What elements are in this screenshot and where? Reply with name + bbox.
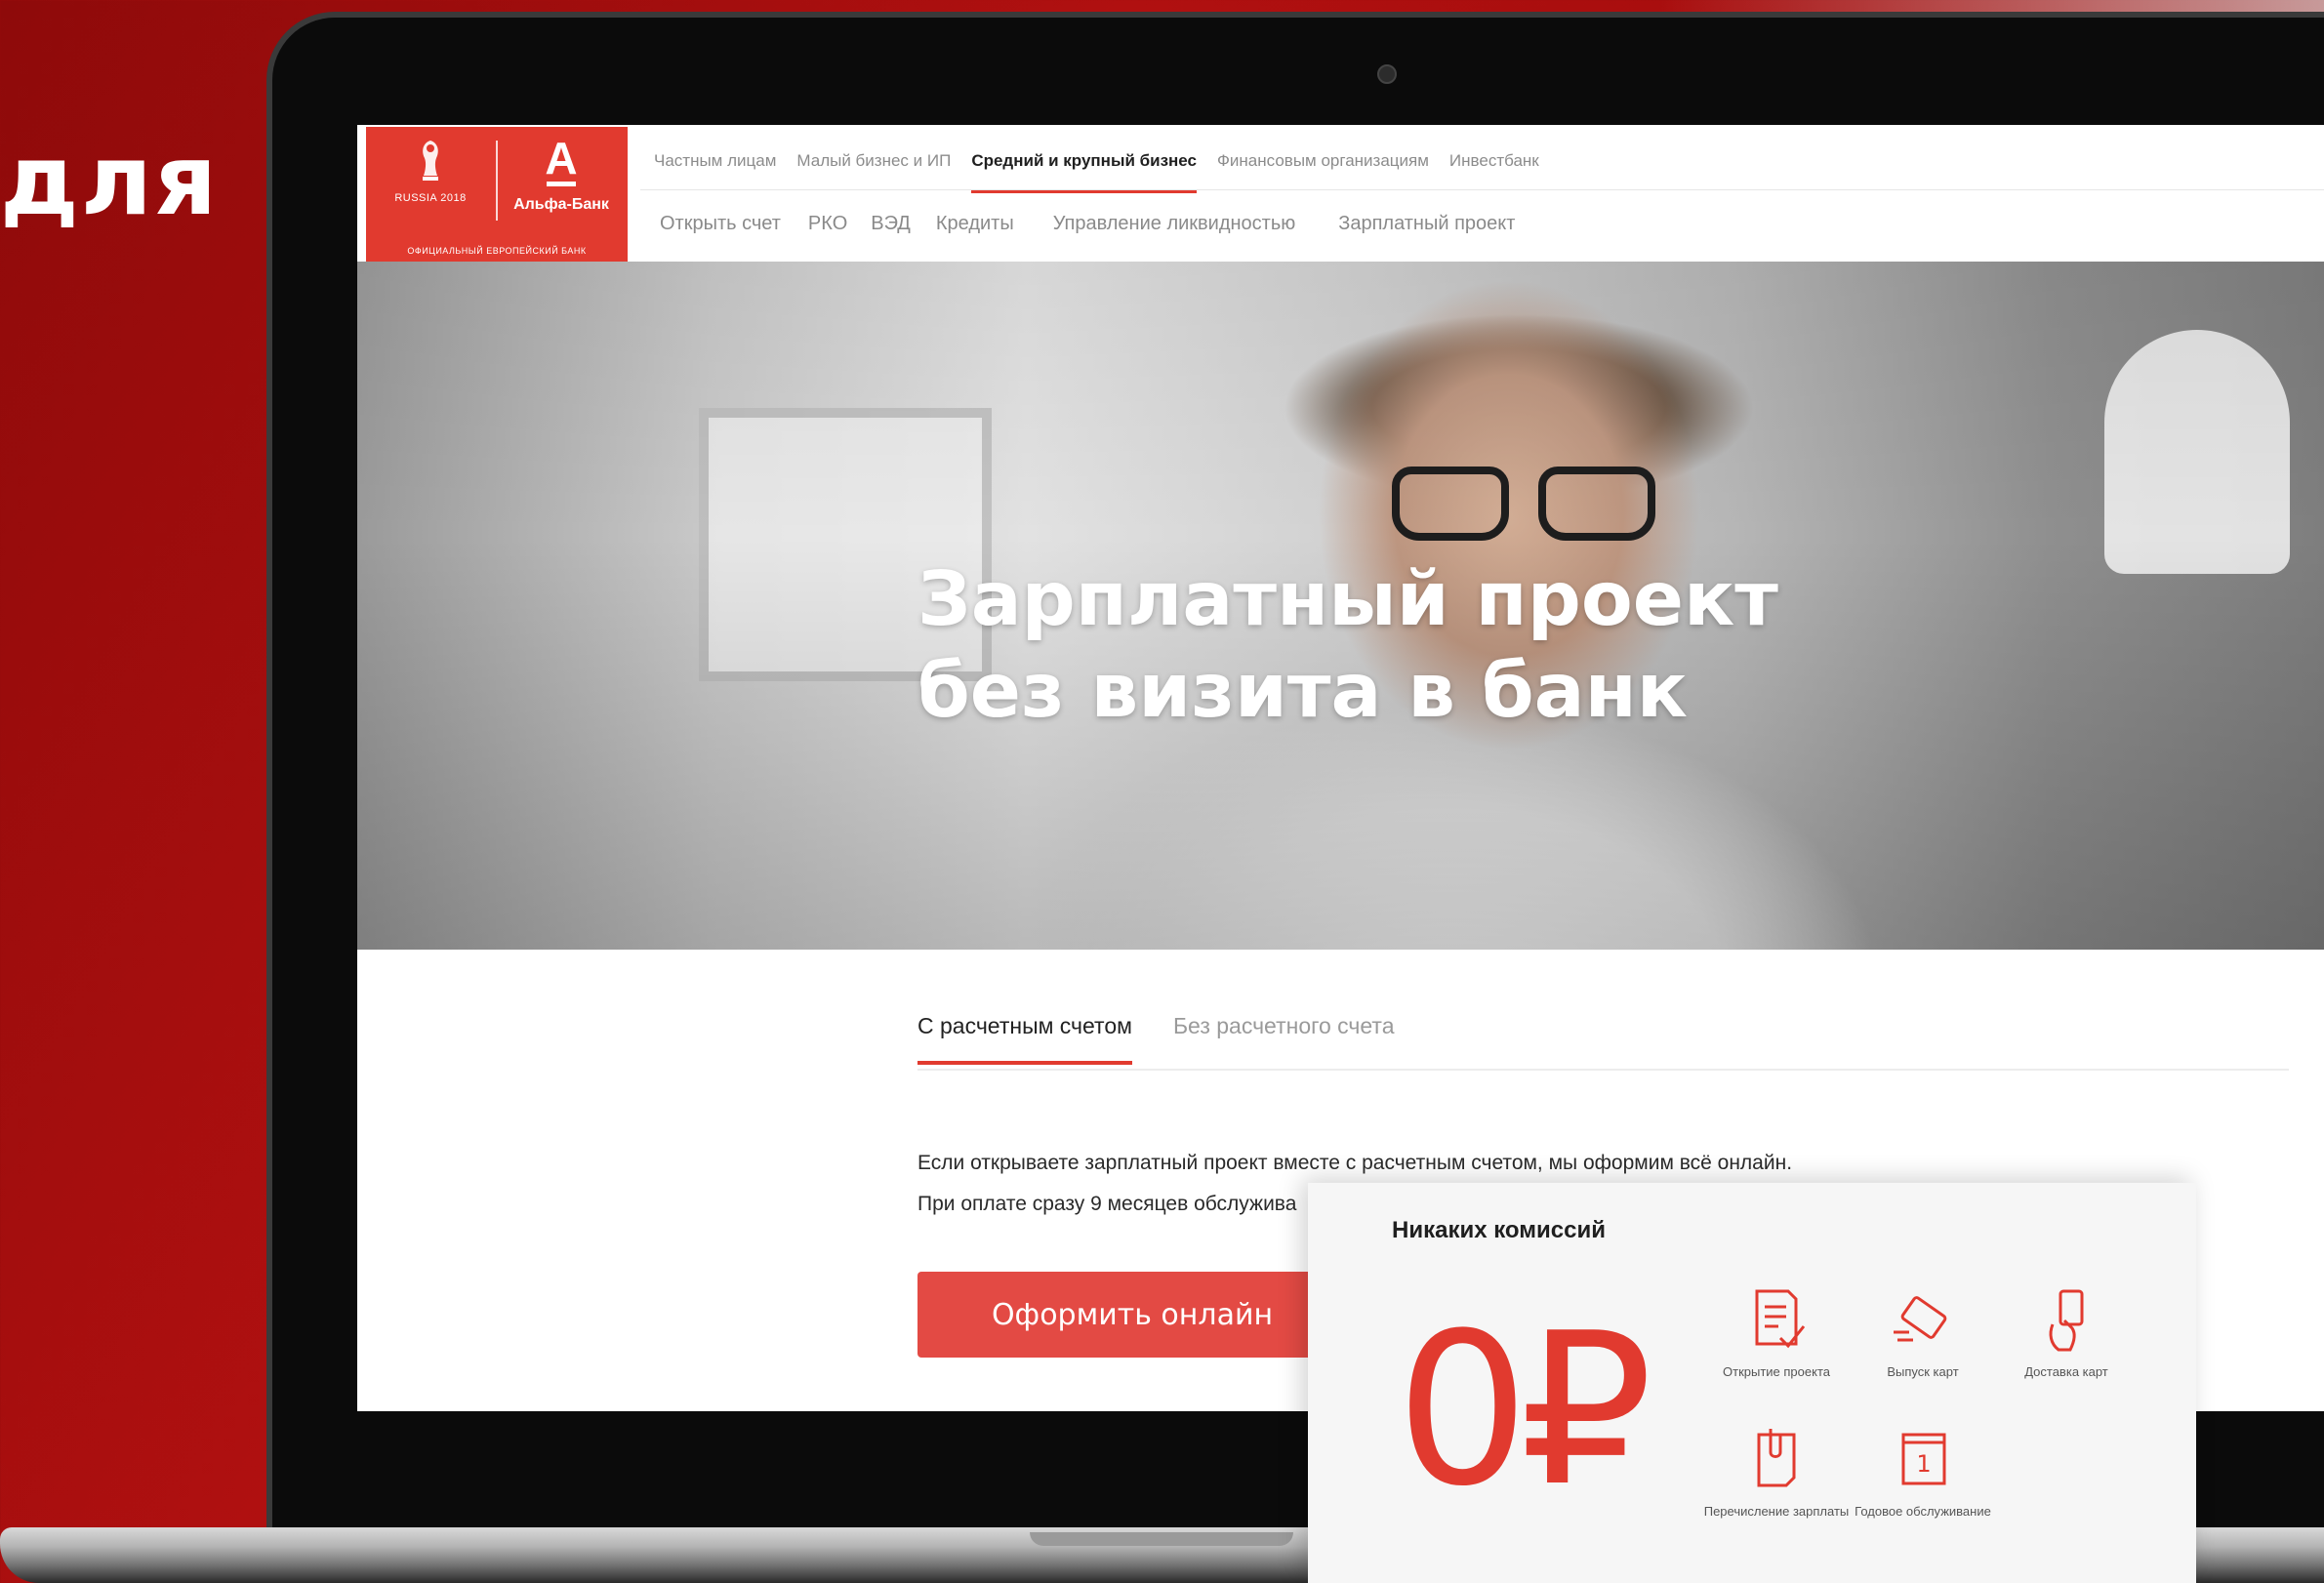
trophy-icon (423, 141, 438, 181)
calendar-icon: 1 (1901, 1433, 1946, 1485)
price-zero: 0₽ (1396, 1287, 1653, 1532)
tabs-divider (917, 1069, 2289, 1071)
hero-title: Зарплатный проект без визита в банк (917, 554, 1778, 738)
feature-label: Годовое обслуживание (1855, 1504, 1991, 1519)
logo-caption: ОФИЦИАЛЬНЫЙ ЕВРОПЕЙСКИЙ БАНК (407, 246, 587, 256)
card-delivery-icon (2049, 1289, 2084, 1352)
bank-logo[interactable]: RUSSIA 2018 А Альфа-Банк ОФИЦИАЛЬНЫЙ ЕВР… (366, 127, 628, 267)
nav-item-small-business[interactable]: Малый бизнес и ИП (796, 142, 951, 193)
event-label: RUSSIA 2018 (394, 192, 467, 204)
world-cup-emblem: RUSSIA 2018 (393, 139, 468, 204)
feature-annual-service: 1 Годовое обслуживание (1850, 1425, 1996, 1521)
card-issue-icon (1894, 1296, 1947, 1342)
subnav-credits[interactable]: Кредиты (936, 213, 1014, 235)
svg-text:1: 1 (1916, 1450, 1931, 1478)
laptop-notch (1030, 1532, 1293, 1546)
segment-nav: Частным лицам Малый бизнес и ИП Средний … (654, 142, 1539, 193)
feature-label: Выпуск карт (1887, 1364, 1959, 1379)
feature-card-delivery: Доставка карт (1993, 1285, 2140, 1381)
feature-label: Перечисление зарплаты (1703, 1504, 1850, 1519)
description-line-1: Если открываете зарплатный проект вместе… (917, 1152, 1793, 1174)
hero-banner: Зарплатный проект без визита в банк (357, 262, 2324, 950)
feature-project-opening: Открытие проекта (1703, 1285, 1850, 1381)
feature-card-issue: Выпуск карт (1850, 1285, 1996, 1381)
camera-icon (1377, 64, 1397, 84)
nav-item-private[interactable]: Частным лицам (654, 142, 776, 193)
no-fees-card: Никаких комиссий 0₽ Открытие проекта Вып… (1308, 1183, 2196, 1583)
feature-salary-transfer: Перечисление зарплаты (1703, 1425, 1850, 1521)
account-tabs: С расчетным счетом Без расчетного счета (917, 1013, 1395, 1065)
tab-without-account[interactable]: Без расчетного счета (1173, 1013, 1395, 1065)
hero-title-line2: без визита в банк (917, 648, 1689, 735)
hero-title-line1: Зарплатный проект (917, 556, 1778, 643)
section-nav: Открыть счет РКО ВЭД Кредиты Управление … (660, 213, 1515, 235)
document-check-icon (1755, 1289, 1806, 1349)
salary-transfer-icon (1757, 1429, 1796, 1487)
description-line-2: При оплате сразу 9 месяцев обслужива (917, 1193, 1297, 1215)
nav-item-investbank[interactable]: Инвестбанк (1449, 142, 1539, 193)
alfa-emblem: А Альфа-Банк (508, 133, 615, 214)
slide-title: для (0, 123, 220, 237)
nav-item-financial[interactable]: Финансовым организациям (1217, 142, 1429, 193)
nav-item-corporate[interactable]: Средний и крупный бизнес (971, 142, 1197, 193)
bank-name: Альфа-Банк (513, 196, 609, 213)
feature-label: Открытие проекта (1723, 1364, 1830, 1379)
tab-with-account[interactable]: С расчетным счетом (917, 1013, 1132, 1065)
subnav-open-account[interactable]: Открыть счет (660, 213, 781, 235)
feature-label: Доставка карт (2024, 1364, 2108, 1379)
subnav-rko[interactable]: РКО (808, 213, 847, 235)
logo-divider (496, 141, 498, 221)
alfa-letter: А (545, 133, 578, 183)
card-title: Никаких комиссий (1392, 1217, 1606, 1243)
subnav-salary-project[interactable]: Зарплатный проект (1338, 213, 1515, 235)
nav-divider (640, 189, 2324, 190)
subnav-ved[interactable]: ВЭД (871, 213, 911, 235)
apply-online-button[interactable]: Оформить онлайн (917, 1272, 1347, 1358)
subnav-liquidity[interactable]: Управление ликвидностью (1053, 213, 1296, 235)
